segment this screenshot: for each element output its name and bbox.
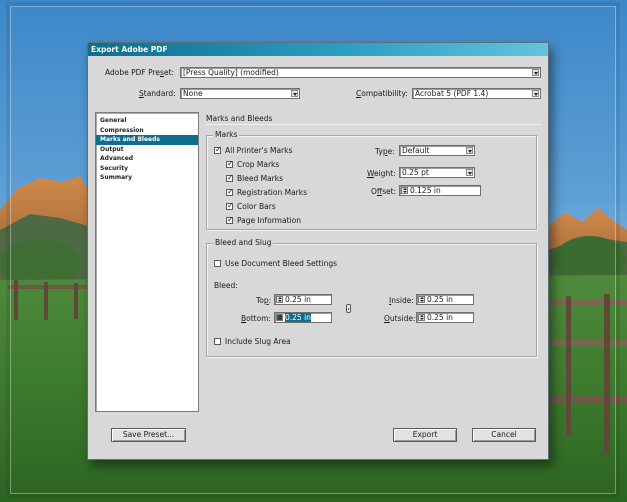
checkbox-box[interactable] xyxy=(214,338,221,345)
standard-label: Standard: xyxy=(139,89,176,98)
checkbox-box[interactable] xyxy=(226,201,234,210)
stepper-icon[interactable] xyxy=(418,314,425,321)
bleed-slug-group-title: Bleed and Slug xyxy=(213,238,274,247)
page-information-checkbox[interactable]: Page Information xyxy=(226,215,301,225)
chain-link-icon[interactable] xyxy=(346,304,351,313)
preset-row: Adobe PDF Preset: xyxy=(105,68,174,77)
standard-row: Standard: xyxy=(139,89,176,98)
chevron-down-icon[interactable] xyxy=(532,69,539,76)
crop-marks-checkbox[interactable]: Crop Marks xyxy=(226,159,280,169)
outside-field[interactable]: 0.25 in xyxy=(416,312,474,323)
stepper-icon[interactable] xyxy=(401,187,408,194)
chevron-down-icon[interactable] xyxy=(291,90,298,97)
weight-label: Weight: xyxy=(367,169,396,178)
checkbox-box[interactable] xyxy=(226,215,234,224)
registration-marks-label: Registration Marks xyxy=(237,188,308,197)
divider xyxy=(206,124,542,125)
page-information-label: Page Information xyxy=(237,216,301,225)
standard-select[interactable]: None xyxy=(180,88,300,99)
outside-label: Outside: xyxy=(384,314,416,323)
crop-marks-label: Crop Marks xyxy=(237,160,280,169)
type-label: Type: xyxy=(375,147,395,156)
bottom-value: 0.25 in xyxy=(285,313,311,322)
sidebar-item-general[interactable]: General xyxy=(96,116,198,126)
offset-label: Offset: xyxy=(371,187,397,196)
outside-value: 0.25 in xyxy=(427,313,453,322)
compat-value: Acrobat 5 (PDF 1.4) xyxy=(415,89,489,98)
offset-field[interactable]: 0.125 in xyxy=(399,185,481,196)
inside-label: Inside: xyxy=(389,296,414,305)
compat-row: Compatibility: xyxy=(356,89,408,98)
category-list: General Compression Marks and Bleeds Out… xyxy=(95,112,199,412)
stepper-icon[interactable] xyxy=(418,296,425,303)
include-slug-checkbox[interactable]: Include Slug Area xyxy=(214,337,291,346)
top-label: Top: xyxy=(256,296,272,305)
color-bars-checkbox[interactable]: Color Bars xyxy=(226,201,276,211)
top-field[interactable]: 0.25 in xyxy=(274,294,332,305)
weight-value: 0.25 pt xyxy=(402,168,429,177)
checkbox-box[interactable] xyxy=(226,187,234,196)
top-value: 0.25 in xyxy=(285,295,311,304)
page-title: Marks and Bleeds xyxy=(206,114,273,123)
bleed-marks-label: Bleed Marks xyxy=(237,174,284,183)
sidebar-item-output[interactable]: Output xyxy=(96,145,198,155)
sidebar-item-summary[interactable]: Summary xyxy=(96,173,198,183)
type-value: Default xyxy=(402,146,430,155)
compat-label: Compatibility: xyxy=(356,89,408,98)
stepper-icon[interactable] xyxy=(276,314,283,321)
sidebar-item-compression[interactable]: Compression xyxy=(96,126,198,136)
sidebar-item-marks-and-bleeds[interactable]: Marks and Bleeds xyxy=(96,135,198,145)
preset-select[interactable]: [Press Quality] (modified) xyxy=(180,67,541,78)
sidebar-item-advanced[interactable]: Advanced xyxy=(96,154,198,164)
all-printers-marks-checkbox[interactable]: All Printer's Marks xyxy=(214,145,293,155)
sidebar-item-security[interactable]: Security xyxy=(96,164,198,174)
bleed-slug-group: Bleed and Slug Use Document Bleed Settin… xyxy=(206,238,537,357)
compat-select[interactable]: Acrobat 5 (PDF 1.4) xyxy=(412,88,541,99)
export-pdf-dialog: Export Adobe PDF Adobe PDF Preset: [Pres… xyxy=(87,42,549,460)
preset-label: Adobe PDF Preset: xyxy=(105,68,175,77)
chevron-down-icon[interactable] xyxy=(466,147,473,154)
checkbox-box[interactable] xyxy=(214,260,221,267)
export-button[interactable]: Export xyxy=(393,428,457,442)
chevron-down-icon[interactable] xyxy=(532,90,539,97)
bleed-marks-checkbox[interactable]: Bleed Marks xyxy=(226,173,284,183)
stepper-icon[interactable] xyxy=(276,296,283,303)
use-document-bleed-label: Use Document Bleed Settings xyxy=(225,259,337,268)
use-document-bleed-checkbox[interactable]: Use Document Bleed Settings xyxy=(214,259,337,268)
cancel-button[interactable]: Cancel xyxy=(472,428,536,442)
inside-value: 0.25 in xyxy=(427,295,453,304)
weight-select[interactable]: 0.25 pt xyxy=(399,167,475,178)
bleed-label: Bleed: xyxy=(214,281,238,290)
bottom-label: Bottom: xyxy=(241,314,272,323)
standard-value: None xyxy=(183,89,203,98)
dialog-title[interactable]: Export Adobe PDF xyxy=(88,43,548,56)
type-select[interactable]: Default xyxy=(399,145,475,156)
bottom-field[interactable]: 0.25 in xyxy=(274,312,332,323)
marks-group-title: Marks xyxy=(213,130,240,139)
include-slug-label: Include Slug Area xyxy=(225,337,291,346)
registration-marks-checkbox[interactable]: Registration Marks xyxy=(226,187,308,197)
offset-value: 0.125 in xyxy=(410,186,441,195)
color-bars-label: Color Bars xyxy=(237,202,276,211)
save-preset-button[interactable]: Save Preset... xyxy=(111,428,186,442)
checkbox-box[interactable] xyxy=(226,159,234,168)
checkbox-box[interactable] xyxy=(226,173,234,182)
chevron-down-icon[interactable] xyxy=(466,169,473,176)
marks-group: Marks All Printer's Marks Crop Marks Ble… xyxy=(206,130,537,230)
all-printers-marks-label: All Printer's Marks xyxy=(225,146,293,155)
inside-field[interactable]: 0.25 in xyxy=(416,294,474,305)
checkbox-box[interactable] xyxy=(214,145,222,154)
preset-value: [Press Quality] (modified) xyxy=(183,68,279,77)
